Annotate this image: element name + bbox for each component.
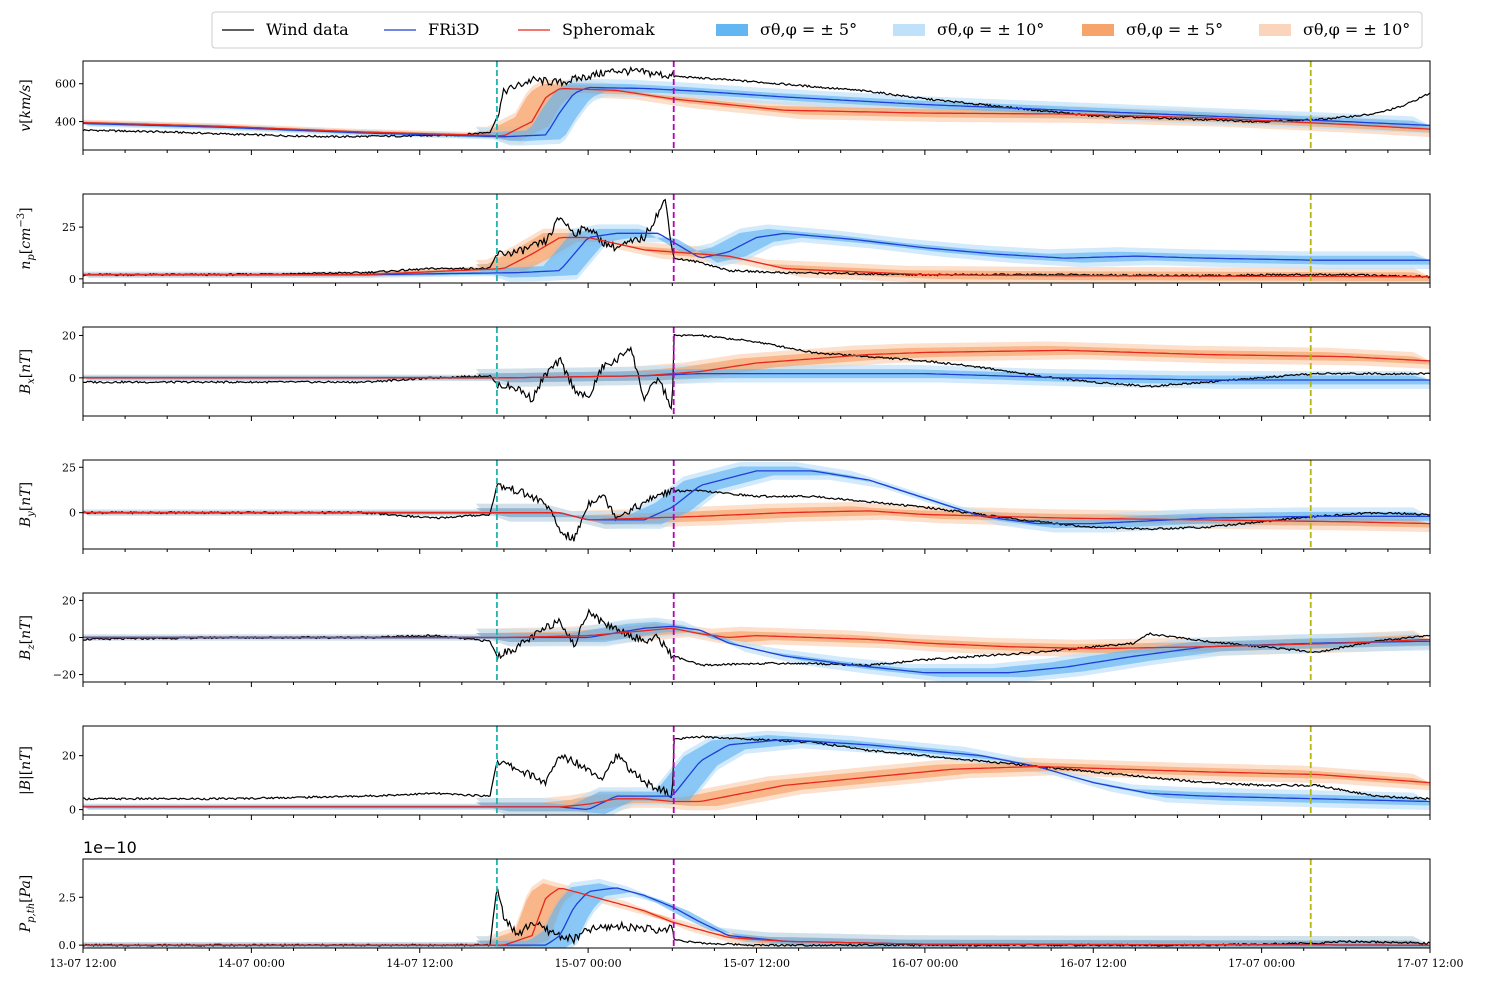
panel-2: 0 25 np[cm−3]	[16, 193, 1431, 288]
y-axis-label: Bx[nT]	[18, 349, 37, 395]
panel-1-plot-area	[83, 65, 1430, 146]
panel-1: 400 600 v[km/s]	[18, 60, 1431, 155]
y-tick-label: 20	[62, 329, 76, 342]
y-tick-label: 0	[69, 507, 76, 520]
legend: Wind data FRi3D Spheromak σθ,φ = ± 5° σθ,φ =…	[211, 11, 1423, 49]
y-tick-label: 0	[69, 804, 76, 817]
panel-2-plot-area	[83, 198, 1430, 283]
y-tick-label: 600	[55, 78, 76, 91]
y-axis-label: Pp,th[Pa]	[18, 875, 37, 934]
y-axis-label: Bz[nT]	[18, 615, 37, 661]
legend-label: Wind data	[266, 20, 349, 39]
legend-label: σθ,φ = ± 5°	[760, 20, 857, 39]
y-tick-label: 25	[62, 221, 76, 234]
panel-3-plot-area	[83, 333, 1430, 411]
x-tick-label: 15-07 00:00	[555, 957, 622, 970]
x-tick-label: 17-07 12:00	[1397, 957, 1464, 970]
panel-6: 0 20 |B|[nT]	[18, 725, 1431, 820]
legend-label: σθ,φ = ± 10°	[1303, 20, 1410, 39]
y-axis-label: np[cm−3]	[16, 207, 37, 269]
x-tick-label: 15-07 12:00	[723, 957, 790, 970]
chart-canvas: Wind data FRi3D Spheromak σθ,φ = ± 5° σθ,φ =…	[16, 11, 1464, 970]
y-tick-label: 400	[55, 116, 76, 129]
legend-label: Spheromak	[562, 20, 655, 39]
panel-6-plot-area	[83, 730, 1430, 815]
panel-3: 0 20 Bx[nT]	[18, 326, 1431, 421]
legend-swatch-band	[1259, 24, 1291, 36]
y-tick-label: 20	[62, 750, 76, 763]
legend-swatch-band	[716, 24, 748, 36]
y-tick-label: 20	[62, 594, 76, 607]
x-tick-label: 16-07 12:00	[1060, 957, 1127, 970]
legend-label: FRi3D	[428, 20, 479, 39]
panel-5: −20 0 20 Bz[nT]	[18, 592, 1431, 687]
panel-7-plot-area	[83, 878, 1430, 948]
legend-label: σθ,φ = ± 5°	[1126, 20, 1223, 39]
panel-4: 0 25 By[nT]	[18, 459, 1431, 554]
legend-label: σθ,φ = ± 10°	[937, 20, 1044, 39]
x-tick-label: 14-07 12:00	[386, 957, 453, 970]
panel-5-plot-area	[83, 608, 1430, 682]
y-axis-label: v[km/s]	[18, 79, 34, 132]
y-tick-label: 0	[69, 632, 76, 645]
x-tick-label: 14-07 00:00	[218, 957, 285, 970]
y-axis-label: By[nT]	[18, 482, 37, 528]
y-axis-label: |B|[nT]	[18, 746, 34, 795]
panel-7: 0.0 2.5 Pp,th[Pa] 1e−10	[18, 838, 1431, 953]
x-tick-label: 16-07 00:00	[891, 957, 958, 970]
legend-swatch-band	[893, 24, 925, 36]
y-tick-label: 0	[69, 273, 76, 286]
y-tick-label: 25	[62, 461, 76, 474]
plot-panels: 400 600 v[km/s] 0 25 np[cm−3] 0 20 Bx[nT] 0 25 By[n…	[16, 60, 1464, 970]
legend-swatch-band	[1082, 24, 1114, 36]
y-tick-label: 0	[69, 372, 76, 385]
panel-4-plot-area	[83, 461, 1430, 542]
x-tick-label: 17-07 00:00	[1228, 957, 1295, 970]
x-tick-label: 13-07 12:00	[50, 957, 117, 970]
y-offset-text: 1e−10	[83, 838, 137, 857]
y-tick-label: 2.5	[59, 891, 77, 904]
y-tick-label: 0.0	[59, 939, 77, 952]
y-tick-label: −20	[53, 669, 76, 682]
